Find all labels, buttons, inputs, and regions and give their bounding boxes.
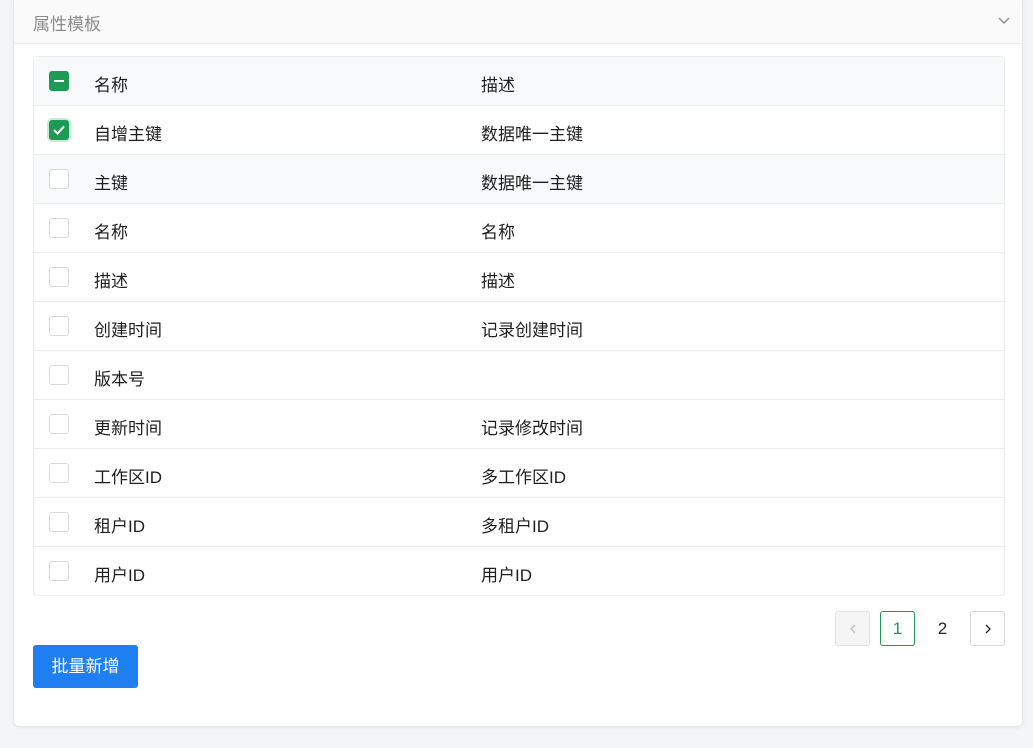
row-checkbox[interactable]: [49, 218, 69, 238]
row-desc: 数据唯一主键: [481, 125, 583, 144]
row-name: 名称: [94, 223, 128, 242]
table-row[interactable]: 租户ID 多租户ID: [34, 498, 1004, 547]
table-header-row: 名称 描述: [34, 57, 1004, 106]
row-name: 用户ID: [94, 566, 145, 585]
table-row[interactable]: 创建时间 记录创建时间: [34, 302, 1004, 351]
table-row[interactable]: 主键 数据唯一主键: [34, 155, 1004, 204]
row-desc: 记录修改时间: [481, 419, 583, 438]
row-checkbox[interactable]: [49, 463, 69, 483]
column-header-desc: 描述: [481, 76, 515, 95]
row-checkbox[interactable]: [49, 365, 69, 385]
row-name: 主键: [94, 174, 128, 193]
pagination-next-button[interactable]: [970, 611, 1005, 646]
row-name: 自增主键: [94, 125, 162, 144]
row-name: 工作区ID: [94, 468, 162, 487]
attribute-table: 名称 描述 自增主键 数据唯一主键 主键 数据唯一主键 名称 名称 描述 描述 创建时间 记录创建…: [33, 56, 1005, 596]
row-checkbox[interactable]: [49, 267, 69, 287]
table-row[interactable]: 描述 描述: [34, 253, 1004, 302]
row-desc: 名称: [481, 223, 515, 242]
row-checkbox[interactable]: [49, 561, 69, 581]
row-desc: 描述: [481, 272, 515, 291]
row-desc: 用户ID: [481, 566, 532, 585]
panel-title: 属性模板: [33, 15, 101, 34]
table-row[interactable]: 用户ID 用户ID: [34, 547, 1004, 595]
table-row[interactable]: 名称 名称: [34, 204, 1004, 253]
pagination-page-1[interactable]: 1: [880, 611, 915, 646]
row-checkbox[interactable]: [49, 316, 69, 336]
row-desc: 数据唯一主键: [481, 174, 583, 193]
row-desc: 多租户ID: [481, 517, 549, 536]
row-name: 创建时间: [94, 321, 162, 340]
row-checkbox[interactable]: [49, 414, 69, 434]
panel-header[interactable]: 属性模板: [14, 0, 1022, 44]
select-all-checkbox[interactable]: [49, 71, 69, 91]
column-header-name: 名称: [94, 76, 128, 95]
row-checkbox[interactable]: [49, 120, 69, 140]
chevron-down-icon[interactable]: [996, 12, 1012, 28]
table-row[interactable]: 更新时间 记录修改时间: [34, 400, 1004, 449]
row-name: 租户ID: [94, 517, 145, 536]
table-row[interactable]: 版本号: [34, 351, 1004, 400]
batch-add-button[interactable]: 批量新增: [33, 645, 138, 688]
row-desc: 记录创建时间: [481, 321, 583, 340]
pagination-prev-button[interactable]: [835, 611, 870, 646]
row-name: 描述: [94, 272, 128, 291]
table-row[interactable]: 工作区ID 多工作区ID: [34, 449, 1004, 498]
row-checkbox[interactable]: [49, 169, 69, 189]
row-checkbox[interactable]: [49, 512, 69, 532]
attribute-template-panel: 属性模板 名称 描述 自增主键 数据唯一主键 主键 数据唯一主键 名称 名称 描述 描述 创建时…: [13, 0, 1023, 727]
table-row[interactable]: 自增主键 数据唯一主键: [34, 106, 1004, 155]
pagination-page-2[interactable]: 2: [925, 611, 960, 646]
row-name: 版本号: [94, 370, 145, 389]
row-name: 更新时间: [94, 419, 162, 438]
row-desc: 多工作区ID: [481, 468, 566, 487]
